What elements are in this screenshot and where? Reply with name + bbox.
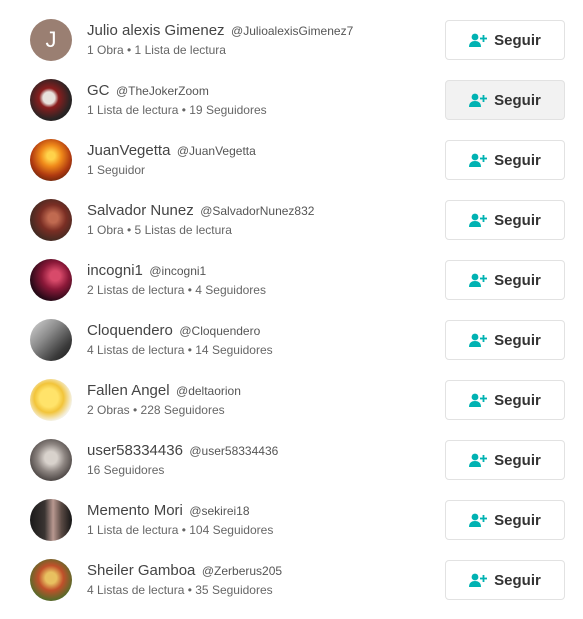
- user-info: GC @TheJokerZoom 1 Lista de lectura • 19…: [87, 81, 427, 118]
- user-handle: @deltaorion: [176, 384, 241, 398]
- user-stats: 1 Obra • 1 Lista de lectura: [87, 43, 226, 57]
- avatar[interactable]: [30, 319, 72, 361]
- follow-button-label: Seguir: [494, 331, 541, 349]
- user-name[interactable]: Memento Mori: [87, 502, 183, 519]
- user-name[interactable]: Cloquendero: [87, 322, 173, 339]
- person-add-icon: [469, 153, 488, 167]
- avatar[interactable]: [30, 499, 72, 541]
- follow-button[interactable]: Seguir: [445, 440, 565, 480]
- user-stats: 1 Lista de lectura • 104 Seguidores: [87, 523, 274, 537]
- person-add-icon: [469, 273, 488, 287]
- user-name[interactable]: Fallen Angel: [87, 382, 170, 399]
- list-item: incogni1 @incogni1 2 Listas de lectura •…: [0, 259, 583, 319]
- follow-button[interactable]: Seguir: [445, 380, 565, 420]
- follow-button[interactable]: Seguir: [445, 560, 565, 600]
- user-stats: 4 Listas de lectura • 14 Seguidores: [87, 343, 273, 357]
- user-stats: 1 Obra • 5 Listas de lectura: [87, 223, 232, 237]
- user-name[interactable]: Sheiler Gamboa: [87, 562, 195, 579]
- user-info: Memento Mori @sekirei18 1 Lista de lectu…: [87, 501, 427, 538]
- follow-button-label: Seguir: [494, 571, 541, 589]
- list-item: GC @TheJokerZoom 1 Lista de lectura • 19…: [0, 79, 583, 139]
- list-item: Sheiler Gamboa @Zerberus205 4 Listas de …: [0, 559, 583, 619]
- user-info: user58334436 @user58334436 16 Seguidores: [87, 441, 427, 478]
- follow-button[interactable]: Seguir: [445, 140, 565, 180]
- user-handle: @JulioalexisGimenez7: [231, 24, 354, 38]
- follow-button-label: Seguir: [494, 391, 541, 409]
- list-item: J Julio alexis Gimenez @JulioalexisGimen…: [0, 19, 583, 79]
- avatar[interactable]: [30, 79, 72, 121]
- avatar[interactable]: [30, 259, 72, 301]
- follow-button-label: Seguir: [494, 211, 541, 229]
- person-add-icon: [469, 333, 488, 347]
- user-info: incogni1 @incogni1 2 Listas de lectura •…: [87, 261, 427, 298]
- person-add-icon: [469, 93, 488, 107]
- follow-button-label: Seguir: [494, 451, 541, 469]
- avatar[interactable]: [30, 379, 72, 421]
- user-info: Cloquendero @Cloquendero 4 Listas de lec…: [87, 321, 427, 358]
- user-handle: @TheJokerZoom: [115, 84, 209, 98]
- user-name[interactable]: GC: [87, 82, 110, 99]
- user-handle: @JuanVegetta: [176, 144, 256, 158]
- list-item: Fallen Angel @deltaorion 2 Obras • 228 S…: [0, 379, 583, 439]
- list-item: user58334436 @user58334436 16 Seguidores…: [0, 439, 583, 499]
- list-item: JuanVegetta @JuanVegetta 1 Seguidor Segu…: [0, 139, 583, 199]
- user-stats: 2 Listas de lectura • 4 Seguidores: [87, 283, 266, 297]
- user-name[interactable]: Julio alexis Gimenez: [87, 22, 225, 39]
- avatar[interactable]: J: [30, 19, 72, 61]
- person-add-icon: [469, 453, 488, 467]
- follow-button-label: Seguir: [494, 511, 541, 529]
- user-stats: 4 Listas de lectura • 35 Seguidores: [87, 583, 273, 597]
- list-item: Memento Mori @sekirei18 1 Lista de lectu…: [0, 499, 583, 559]
- user-handle: @incogni1: [149, 264, 207, 278]
- user-stats: 16 Seguidores: [87, 463, 165, 477]
- user-name[interactable]: JuanVegetta: [87, 142, 170, 159]
- list-item: Salvador Nunez @SalvadorNunez832 1 Obra …: [0, 199, 583, 259]
- follow-button[interactable]: Seguir: [445, 80, 565, 120]
- user-handle: @SalvadorNunez832: [200, 204, 315, 218]
- user-handle: @Zerberus205: [201, 564, 283, 578]
- avatar-letter: J: [45, 27, 57, 52]
- list-item: Cloquendero @Cloquendero 4 Listas de lec…: [0, 319, 583, 379]
- user-handle: @user58334436: [189, 444, 279, 458]
- person-add-icon: [469, 33, 488, 47]
- follow-button[interactable]: Seguir: [445, 20, 565, 60]
- person-add-icon: [469, 573, 488, 587]
- follow-button[interactable]: Seguir: [445, 320, 565, 360]
- user-name[interactable]: user58334436: [87, 442, 183, 459]
- user-stats: 1 Lista de lectura • 19 Seguidores: [87, 103, 267, 117]
- follow-button[interactable]: Seguir: [445, 260, 565, 300]
- user-handle: @sekirei18: [189, 504, 250, 518]
- person-add-icon: [469, 213, 488, 227]
- user-list: J Julio alexis Gimenez @JulioalexisGimen…: [0, 0, 583, 601]
- user-info: Fallen Angel @deltaorion 2 Obras • 228 S…: [87, 381, 427, 418]
- avatar[interactable]: [30, 199, 72, 241]
- follow-button-label: Seguir: [494, 31, 541, 49]
- follow-button-label: Seguir: [494, 271, 541, 289]
- person-add-icon: [469, 513, 488, 527]
- user-name[interactable]: Salvador Nunez: [87, 202, 194, 219]
- follow-button[interactable]: Seguir: [445, 500, 565, 540]
- avatar[interactable]: [30, 139, 72, 181]
- person-add-icon: [469, 393, 488, 407]
- user-info: Sheiler Gamboa @Zerberus205 4 Listas de …: [87, 561, 427, 598]
- follow-button-label: Seguir: [494, 91, 541, 109]
- avatar[interactable]: [30, 439, 72, 481]
- user-info: JuanVegetta @JuanVegetta 1 Seguidor: [87, 141, 427, 178]
- user-stats: 2 Obras • 228 Seguidores: [87, 403, 225, 417]
- user-handle: @Cloquendero: [179, 324, 261, 338]
- user-info: Julio alexis Gimenez @JulioalexisGimenez…: [87, 21, 427, 58]
- user-stats: 1 Seguidor: [87, 163, 146, 177]
- follow-button[interactable]: Seguir: [445, 200, 565, 240]
- user-info: Salvador Nunez @SalvadorNunez832 1 Obra …: [87, 201, 427, 238]
- follow-button-label: Seguir: [494, 151, 541, 169]
- user-name[interactable]: incogni1: [87, 262, 143, 279]
